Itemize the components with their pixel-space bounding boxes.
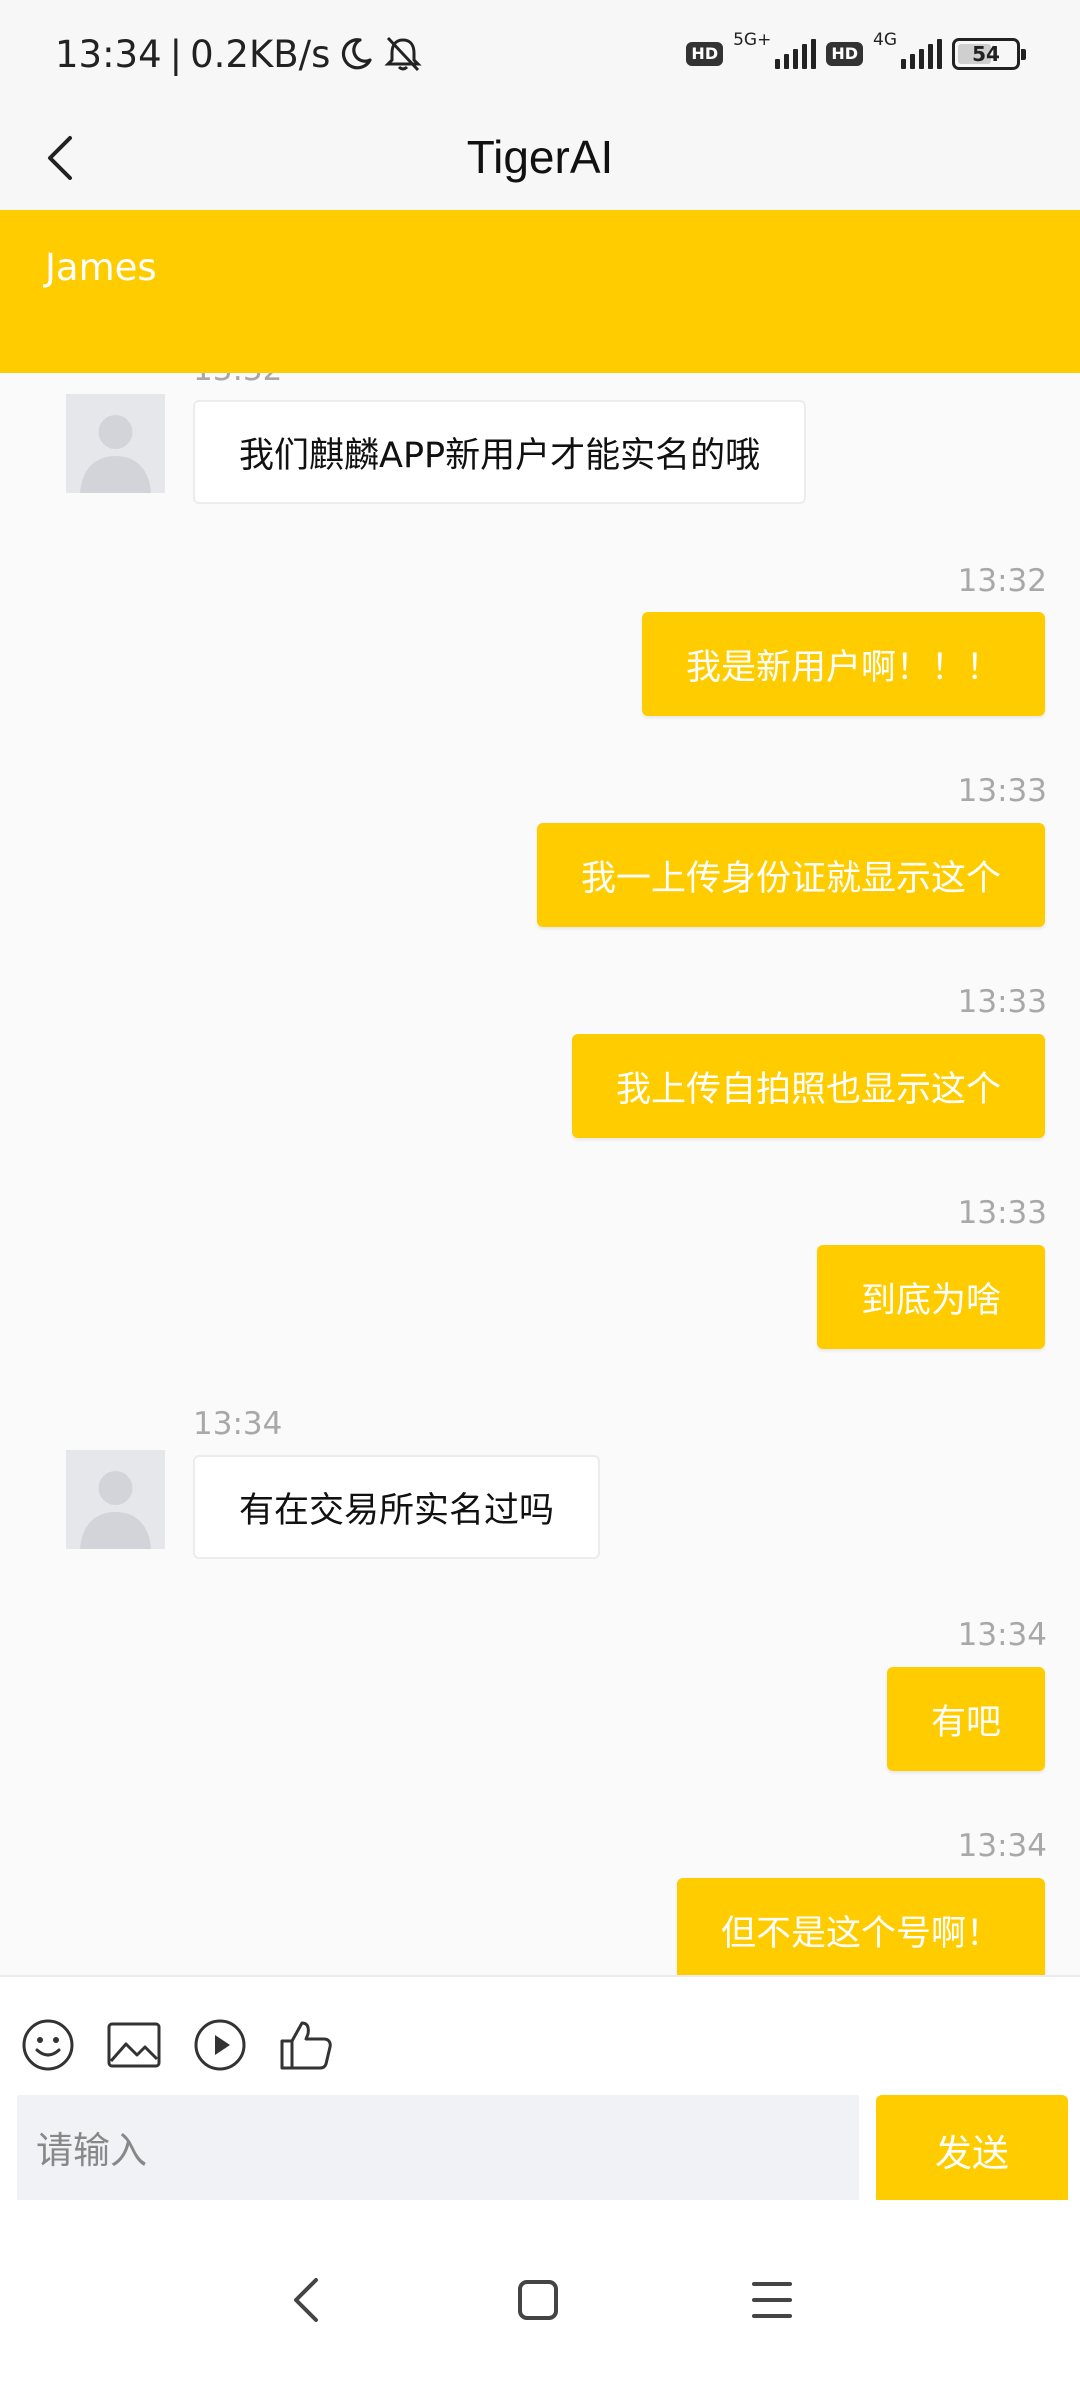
message-composer: 发送 xyxy=(0,1975,1080,2205)
signal-icon-sim2 xyxy=(901,39,942,69)
message-timestamp: 13:34 xyxy=(193,1406,283,1442)
message-timestamp: 13:33 xyxy=(957,984,1047,1020)
contact-name: James xyxy=(45,246,157,289)
message-input[interactable] xyxy=(17,2095,859,2205)
avatar-icon xyxy=(66,1450,165,1549)
moon-icon xyxy=(342,38,372,70)
page-title: TigerAI xyxy=(466,131,614,183)
message-timestamp: 13:32 xyxy=(193,373,282,388)
back-icon[interactable] xyxy=(278,2270,338,2330)
message-timestamp: 13:34 xyxy=(957,1617,1047,1653)
status-bar: 13:34 | 0.2KB/s HD 5G+ HD 4G 54 xyxy=(0,0,1080,108)
network-type-sim1: 5G+ xyxy=(733,30,772,50)
menu-icon[interactable] xyxy=(742,2270,802,2330)
status-separator: | xyxy=(169,32,183,76)
chat-messages[interactable]: 13:32 我们麒麟APP新用户才能实名的哦 13:32 我是新用户啊！！！ 1… xyxy=(0,373,1080,1975)
image-icon[interactable] xyxy=(106,2017,162,2073)
message-timestamp: 13:32 xyxy=(957,563,1047,599)
message-timestamp: 13:33 xyxy=(957,1195,1047,1231)
message-bubble-outgoing[interactable]: 但不是这个号啊！ xyxy=(676,1878,1045,1975)
hd-badge-sim1: HD xyxy=(686,42,724,66)
status-right: HD 5G+ HD 4G 54 xyxy=(686,30,1026,78)
message-bubble-incoming[interactable]: 有在交易所实名过吗 xyxy=(193,1455,601,1559)
system-nav-bar xyxy=(0,2200,1080,2400)
net-speed: 0.2KB/s xyxy=(190,32,331,76)
home-icon[interactable] xyxy=(508,2270,568,2330)
message-bubble-outgoing[interactable]: 我是新用户啊！！！ xyxy=(641,612,1045,716)
signal-icon-sim1 xyxy=(775,39,817,69)
message-bubble-outgoing[interactable]: 有吧 xyxy=(886,1667,1045,1771)
message-bubble-outgoing[interactable]: 到底为啥 xyxy=(816,1245,1045,1349)
message-bubble-outgoing[interactable]: 我一上传身份证就显示这个 xyxy=(536,823,1045,927)
emoji-icon[interactable] xyxy=(20,2017,76,2073)
composer-tools xyxy=(20,2017,334,2073)
contact-banner: James xyxy=(0,210,1080,373)
avatar-icon xyxy=(66,394,165,493)
battery-icon: 54 xyxy=(952,38,1026,70)
message-bubble-incoming[interactable]: 我们麒麟APP新用户才能实名的哦 xyxy=(193,400,807,504)
send-button[interactable]: 发送 xyxy=(876,2095,1068,2205)
bell-muted-icon xyxy=(384,36,422,72)
battery-level: 54 xyxy=(972,42,1000,66)
hd-badge-sim2: HD xyxy=(826,42,863,66)
app-header: TigerAI xyxy=(0,108,1080,210)
avatar[interactable] xyxy=(66,394,165,493)
message-timestamp: 13:34 xyxy=(957,1828,1047,1864)
status-left: 13:34 | 0.2KB/s xyxy=(55,28,424,80)
status-time: 13:34 xyxy=(55,32,162,76)
message-timestamp: 13:33 xyxy=(957,773,1047,809)
network-type-sim2: 4G xyxy=(873,30,897,50)
avatar[interactable] xyxy=(66,1450,165,1549)
message-bubble-outgoing[interactable]: 我上传自拍照也显示这个 xyxy=(571,1034,1045,1138)
video-icon[interactable] xyxy=(192,2017,248,2073)
thumbs-up-icon[interactable] xyxy=(278,2017,334,2073)
